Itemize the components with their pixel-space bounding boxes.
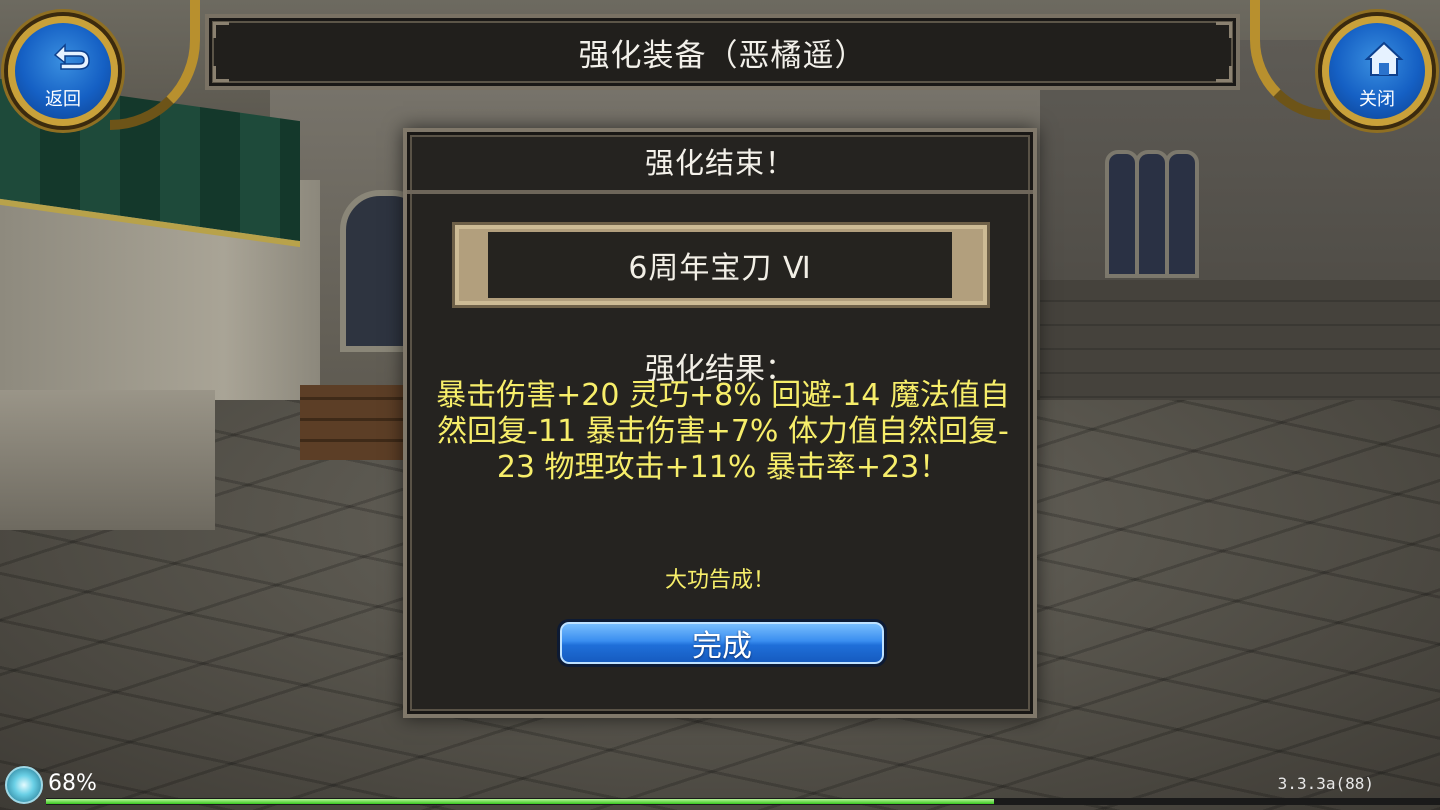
scene-shop-counter [0,390,215,530]
battery-percent: 68% [48,771,97,796]
close-button[interactable]: 关闭 [1322,16,1432,126]
scene-window [1135,150,1169,278]
success-message: 大功告成！ [664,568,775,593]
corner-ornament [213,66,229,82]
dialog-title: 强化结束！ [644,146,795,180]
corner-ornament [1216,22,1232,38]
title-bar: 强化装备（恶橘遥） [205,14,1240,90]
done-button-label: 完成 [692,629,752,664]
progress-bar-fill [46,799,994,804]
item-name: 6周年宝刀 Ⅵ [628,251,812,286]
scene-crate [300,385,405,460]
energy-orb-icon [5,766,43,804]
version-label: 3.3.3a(88) [1277,774,1374,793]
corner-ornament [1216,66,1232,82]
result-text: 暴击伤害+20 灵巧+8% 回避-14 魔法值自然回复-11 暴击伤害+7% 体… [436,378,1010,485]
page-title: 强化装备（恶橘遥） [578,37,867,74]
back-button-label: 返回 [45,89,81,110]
scene-window [1105,150,1139,278]
dialog-header: 强化结束！ [407,132,1033,194]
corner-ornament [213,22,229,38]
scene-window [1165,150,1199,278]
item-name-plate: 6周年宝刀 Ⅵ [452,222,990,308]
enhance-result-dialog: 强化结束！ 6周年宝刀 Ⅵ 强化结果： 暴击伤害+20 灵巧+8% 回避-14 … [403,128,1037,718]
progress-bar [46,798,1440,805]
close-button-label: 关闭 [1359,89,1395,110]
item-name-box: 6周年宝刀 Ⅵ [488,232,952,298]
scene-stone-wall [1040,280,1440,420]
done-button[interactable]: 完成 [557,619,887,667]
back-button[interactable]: 返回 [8,16,118,126]
home-icon [1364,41,1404,76]
back-arrow-icon [53,43,90,70]
